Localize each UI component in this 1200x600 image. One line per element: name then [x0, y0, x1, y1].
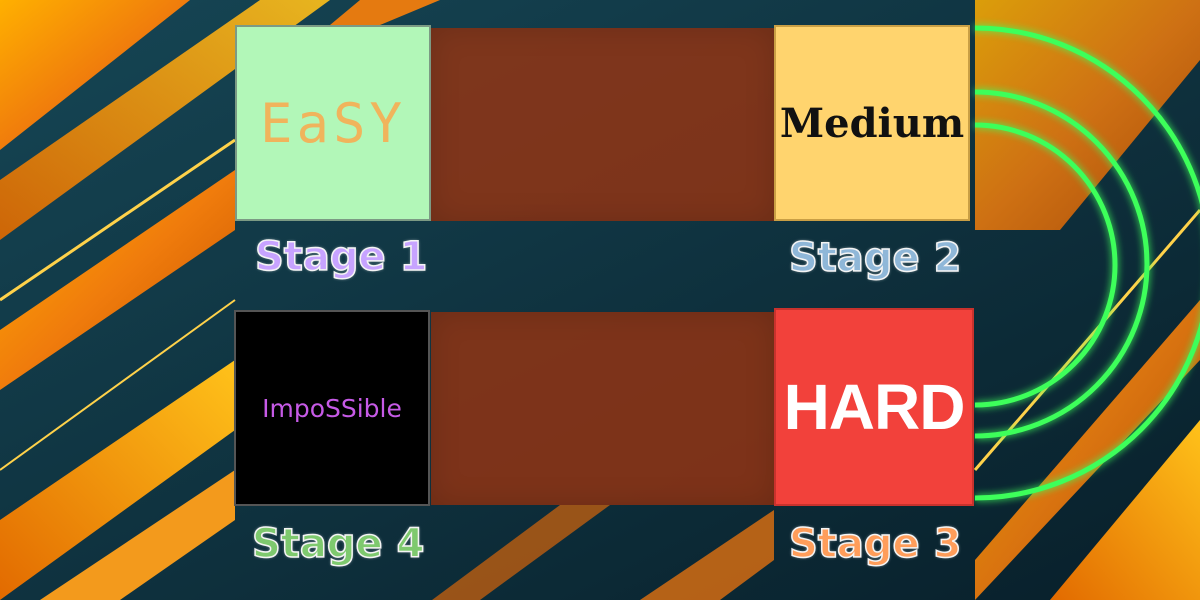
easy-tile[interactable]: EaSY — [235, 25, 431, 221]
impossible-tile[interactable]: ImpoSSible — [234, 310, 430, 506]
stage-2-label: Stage 2 — [788, 234, 962, 282]
stage-1-label: Stage 1 — [254, 233, 428, 281]
hard-tile[interactable]: HARD — [774, 308, 974, 506]
medium-tile[interactable]: Medium — [774, 25, 970, 221]
impossible-label: ImpoSSible — [262, 393, 402, 423]
connector-stage-1-2 — [431, 28, 774, 221]
stage-4-label: Stage 4 — [251, 520, 425, 568]
medium-label: Medium — [779, 99, 965, 147]
easy-label: EaSY — [259, 91, 407, 155]
connector-stage-4-3 — [431, 312, 774, 505]
hard-label: HARD — [783, 371, 966, 443]
stage-3-label: Stage 3 — [788, 520, 962, 568]
